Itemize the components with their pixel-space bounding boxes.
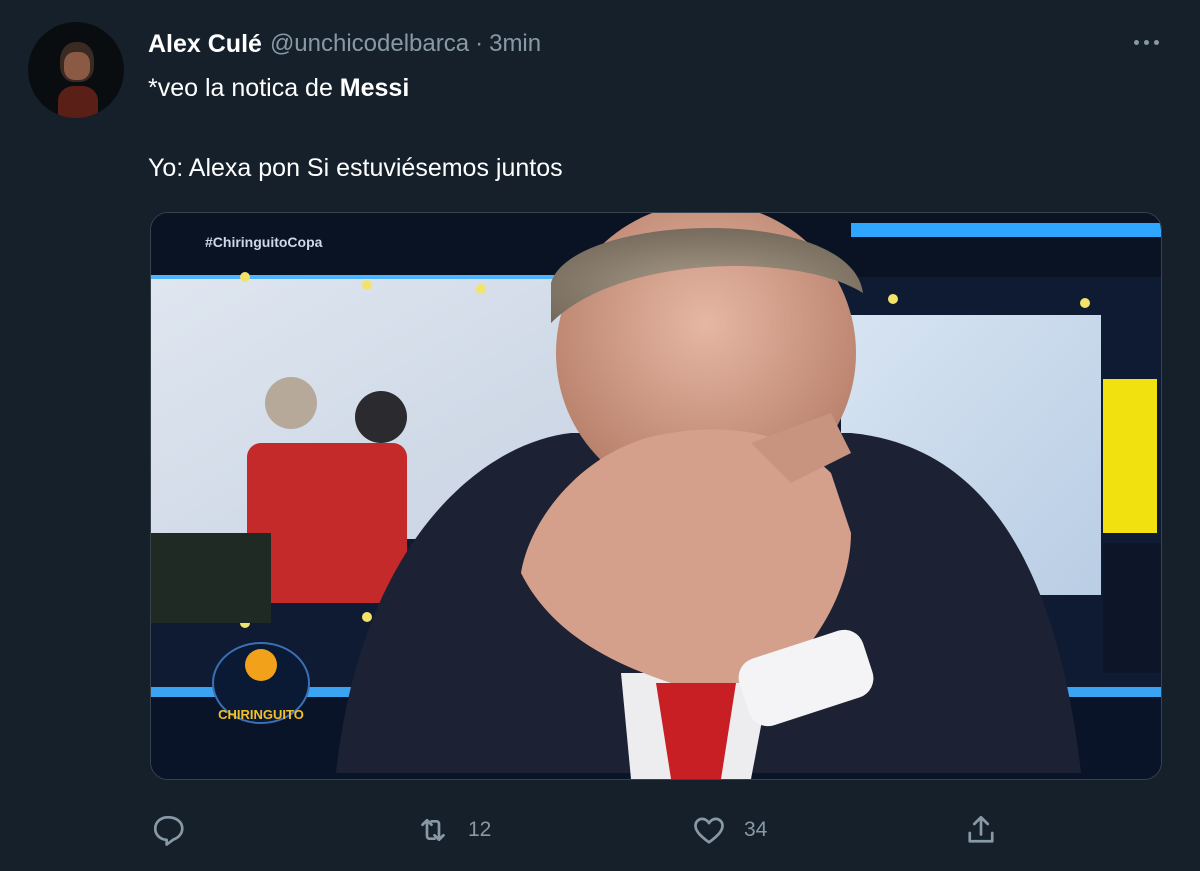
reply-button[interactable] — [150, 808, 202, 852]
tweet-text-line-1: *veo la notica de Messi — [148, 74, 409, 103]
media-overlay-hashtag: #ChiringuitoCopa — [205, 234, 323, 250]
like-button[interactable]: 34 — [690, 808, 767, 852]
tweet-text-bold: Messi — [339, 74, 410, 102]
more-horizontal-icon[interactable] — [1126, 30, 1166, 54]
share-icon — [968, 815, 994, 843]
author-name[interactable]: Alex Culé — [148, 30, 262, 59]
tweet-header: Alex Culé @unchicodelbarca · 3min — [148, 28, 541, 60]
retweet-icon — [421, 818, 445, 842]
share-button[interactable] — [962, 808, 1000, 852]
like-count: 34 — [744, 818, 768, 841]
tweet-media-image[interactable]: #ChiringuitoCopa CHIRINGUITO — [150, 212, 1162, 780]
tweet-text-plain: *veo la notica de — [148, 74, 340, 102]
author-handle[interactable]: @unchicodelbarca — [270, 30, 469, 58]
reply-icon — [153, 815, 184, 846]
avatar-face — [64, 52, 90, 80]
retweet-button[interactable]: 12 — [414, 808, 491, 852]
media-overlay-logo: CHIRINGUITO — [218, 707, 304, 722]
retweet-count: 12 — [468, 818, 492, 841]
avatar[interactable] — [28, 22, 124, 118]
avatar-shirt — [58, 86, 98, 118]
tweet-timestamp[interactable]: 3min — [489, 30, 541, 58]
media-scene: #ChiringuitoCopa CHIRINGUITO — [151, 213, 1161, 779]
tweet-action-bar: 12 34 — [0, 808, 1200, 852]
tweet-text-line-2: Yo: Alexa pon Si estuviésemos juntos — [148, 154, 563, 182]
heart-icon — [694, 817, 724, 844]
tweet-card[interactable]: Alex Culé @unchicodelbarca · 3min *veo l… — [0, 0, 1200, 871]
header-separator: · — [475, 30, 484, 57]
